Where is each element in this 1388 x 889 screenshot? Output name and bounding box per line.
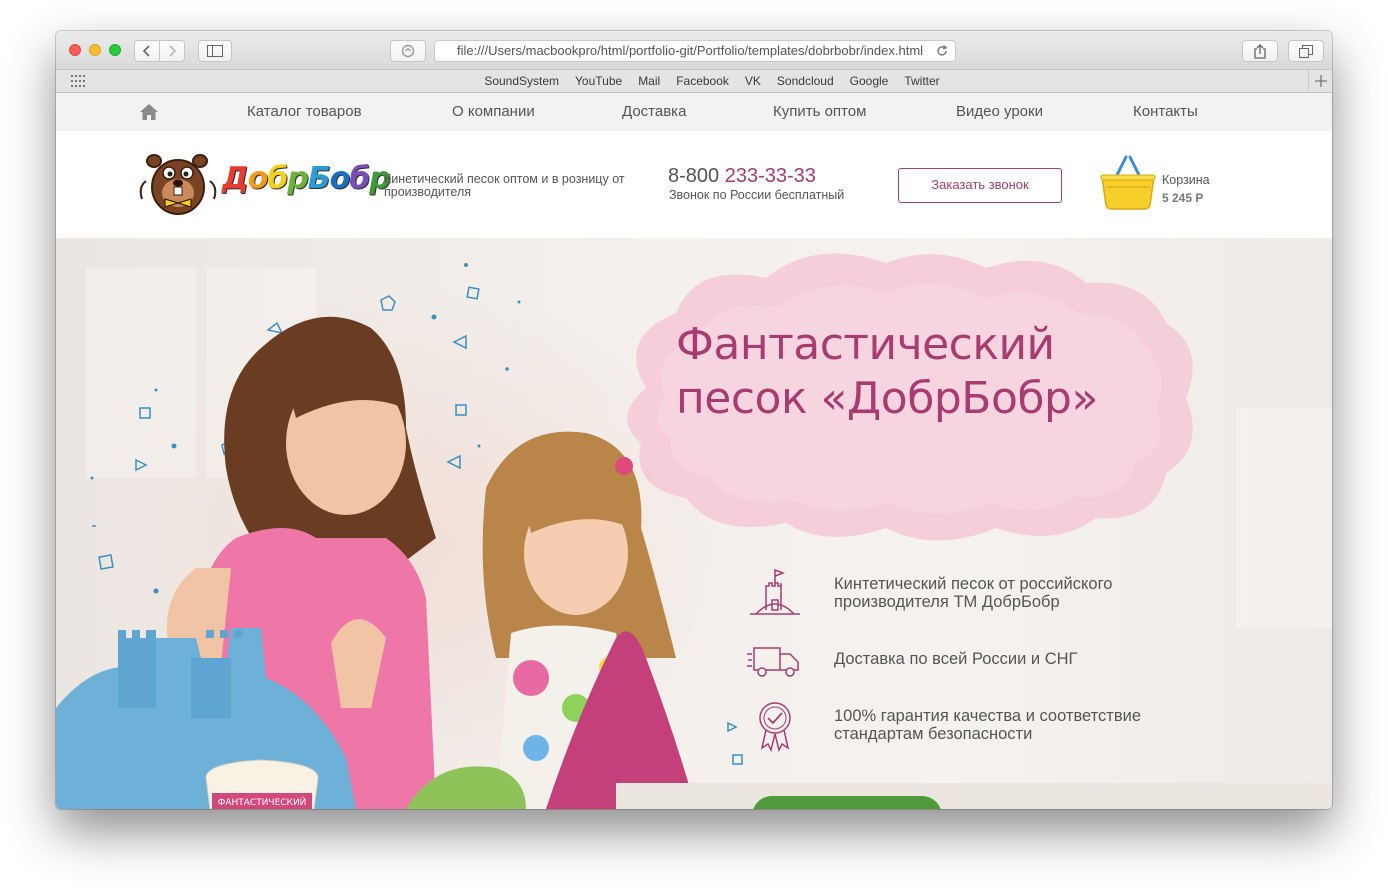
delivery-truck-icon	[747, 647, 799, 677]
chevron-left-icon	[142, 45, 150, 57]
show-tabs-button[interactable]	[1288, 40, 1324, 62]
basket-icon[interactable]	[1100, 155, 1156, 211]
nav-wholesale[interactable]: Купить оптом	[773, 93, 866, 131]
bookmark-facebook[interactable]: Facebook	[668, 70, 737, 93]
feature-delivery: Доставка по всей России и СНГ	[746, 630, 1154, 688]
minimize-window-button[interactable]	[89, 44, 101, 56]
logo-wordmark: ДобрБобр	[222, 161, 391, 196]
address-bar[interactable]: file:///Users/macbookpro/html/portfolio-…	[434, 40, 956, 62]
hero-cta-button[interactable]	[752, 796, 942, 809]
close-window-button[interactable]	[69, 44, 81, 56]
bookmark-vk[interactable]: VK	[737, 70, 769, 93]
home-icon[interactable]	[139, 103, 159, 121]
browser-titlebar: file:///Users/macbookpro/html/portfolio-…	[56, 31, 1332, 70]
hero-title-line2: песок «ДобрБобр»	[676, 373, 1098, 424]
bookmark-youtube[interactable]: YouTube	[567, 70, 630, 93]
feature-quality-text: 100% гарантия качества и соответствие ст…	[834, 707, 1142, 743]
bookmarks-bar: SoundSystem YouTube Mail Facebook VK Son…	[56, 70, 1332, 93]
nav-catalog[interactable]: Каталог товаров	[247, 93, 362, 131]
feature-manufacturer-text: Кинтетический песок от российского произ…	[834, 575, 1113, 611]
share-icon	[1254, 43, 1266, 59]
sidebar-toggle-button[interactable]	[198, 40, 232, 62]
phone-prefix: 8-800	[668, 165, 725, 187]
tabs-icon	[1299, 44, 1313, 58]
bookmark-google[interactable]: Google	[842, 70, 897, 93]
reader-button[interactable]	[390, 40, 426, 62]
sand-castle-icon	[750, 568, 800, 615]
jar-label: ФАНТАСТИЧЕСКИЙ	[218, 796, 307, 808]
tagline: Кинетический песок оптом и в розницу от …	[384, 172, 625, 199]
sidebar-icon	[207, 45, 223, 57]
feature-delivery-text: Доставка по всей России и СНГ	[834, 650, 1078, 668]
new-tab-button[interactable]	[1308, 70, 1332, 93]
hero-title-line1: Фантастический	[676, 319, 1055, 370]
hero-banner: ФАНТАСТИЧЕСКИЙ Фантастический песок «Доб…	[56, 238, 1332, 809]
zoom-window-button[interactable]	[109, 44, 121, 56]
nav-video-lessons[interactable]: Видео уроки	[956, 93, 1043, 131]
order-call-button[interactable]: Заказать звонок	[898, 168, 1062, 203]
back-button[interactable]	[134, 40, 160, 62]
hero-title: Фантастический песок «ДобрБобр»	[676, 318, 1196, 426]
bookmark-twitter[interactable]: Twitter	[896, 70, 947, 93]
quality-badge-icon	[759, 702, 791, 753]
sand-jar: ФАНТАСТИЧЕСКИЙ	[205, 759, 319, 809]
nav-contacts[interactable]: Контакты	[1133, 93, 1198, 131]
chevron-right-icon	[169, 45, 177, 57]
nav-delivery[interactable]: Доставка	[622, 93, 686, 131]
reader-icon	[401, 44, 415, 58]
cart-total: 5 245 Р	[1162, 191, 1204, 205]
plus-icon	[1314, 75, 1327, 87]
bookmark-sondcloud[interactable]: Sondcloud	[769, 70, 842, 93]
forward-button[interactable]	[159, 40, 185, 62]
nav-about[interactable]: О компании	[452, 93, 535, 131]
bookmark-soundsystem[interactable]: SoundSystem	[476, 70, 567, 93]
share-button[interactable]	[1242, 40, 1278, 62]
phone-note: Звонок по России бесплатный	[669, 188, 845, 202]
site-nav: Каталог товаров О компании Доставка Купи…	[56, 93, 1332, 131]
browser-window: file:///Users/macbookpro/html/portfolio-…	[56, 31, 1332, 809]
phone-main: 233-33-33	[724, 165, 816, 187]
beaver-logo[interactable]	[138, 147, 218, 217]
reload-icon[interactable]	[935, 44, 949, 58]
feature-quality: 100% гарантия качества и соответствие ст…	[746, 696, 1154, 754]
site-header: ДобрБобр Кинетический песок оптом и в ро…	[56, 131, 1332, 238]
bookmark-list: SoundSystem YouTube Mail Facebook VK Son…	[56, 70, 1332, 93]
address-url: file:///Users/macbookpro/html/portfolio-…	[457, 43, 924, 58]
bookmark-mail[interactable]: Mail	[630, 70, 668, 93]
phone-number[interactable]: 8-800 233-33-33	[668, 164, 816, 188]
feature-manufacturer: Кинтетический песок от российского произ…	[746, 564, 1154, 622]
cart-label[interactable]: Корзина	[1162, 173, 1210, 187]
